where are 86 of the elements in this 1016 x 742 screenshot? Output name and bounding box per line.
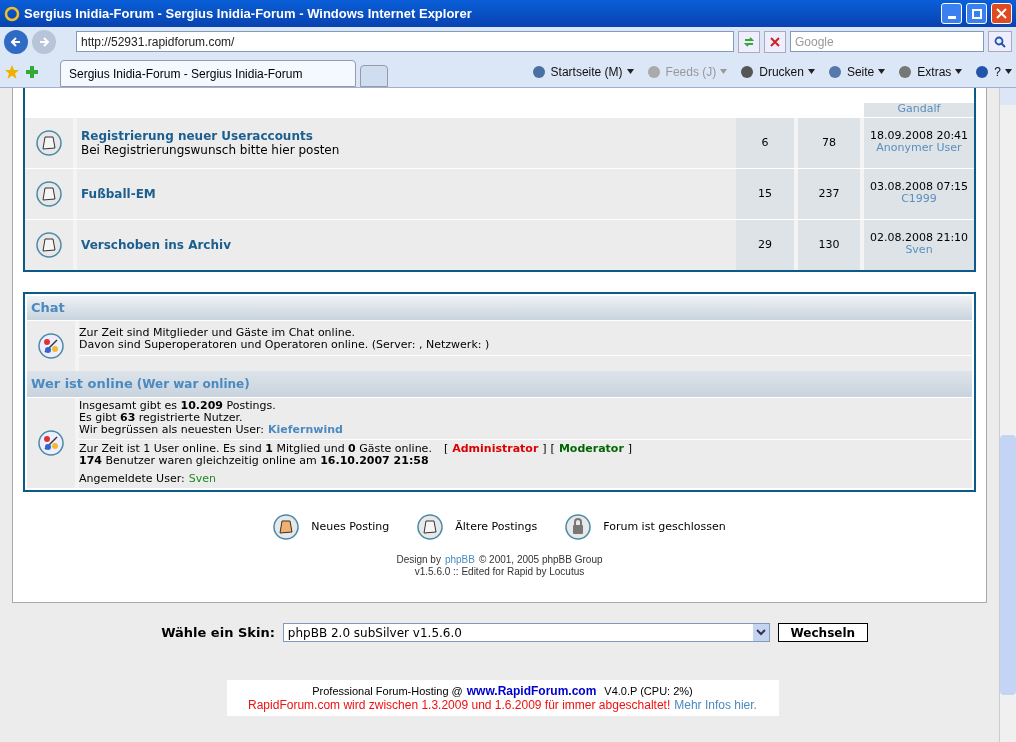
logged-users-label: Angemeldete User: <box>79 473 185 485</box>
folder-page-icon <box>273 514 300 540</box>
last-post-date: 03.08.2008 07:15 <box>869 181 969 193</box>
posts-count: 237 <box>818 188 840 200</box>
statistics-text: Insgesamt gibt es 10.209 Postings. <box>79 400 277 412</box>
topics-count: 6 <box>761 137 769 149</box>
close-button[interactable] <box>991 3 1012 24</box>
section-title: Wer ist online <box>31 378 133 390</box>
search-field[interactable]: Google <box>790 31 984 52</box>
search-icon <box>994 35 1006 48</box>
hosting-text: V4.0.P (CPU: 2%) <box>604 684 693 698</box>
folder-page-icon <box>36 181 62 207</box>
new-tab-button[interactable] <box>360 65 388 87</box>
newest-user-label: Wir begrüssen als neuesten User: <box>79 424 264 436</box>
dropdown-icon <box>752 624 769 641</box>
section-title: Chat <box>31 302 65 314</box>
toolbar-button[interactable]: Extras <box>897 62 963 81</box>
scrollbar[interactable] <box>999 88 1016 742</box>
bracket: ] <box>627 443 633 455</box>
group-legend-link[interactable]: Moderator <box>558 443 624 455</box>
topics-count: 15 <box>758 188 772 200</box>
lock-icon <box>565 514 592 540</box>
last-post-date: 18.09.2008 20:41 <box>869 130 969 142</box>
caret-icon <box>720 69 728 74</box>
rapidforum-link[interactable]: www.RapidForum.com <box>466 684 597 698</box>
users-icon <box>38 430 64 456</box>
search-button[interactable] <box>988 31 1012 52</box>
bracket: [ <box>550 443 555 455</box>
window-title: Sergius Inidia-Forum - Sergius Inidia-Forum - Windows Internet Explorer <box>24 4 473 23</box>
group-legend-link[interactable]: Administrator <box>452 443 539 455</box>
posts-count: 78 <box>822 137 836 149</box>
skin-label: Wähle ein Skin: <box>161 626 275 639</box>
legend-label: Neues Posting <box>311 521 390 533</box>
toolbar-button[interactable]: Drucken <box>739 62 815 81</box>
maximize-button[interactable] <box>966 3 987 24</box>
refresh-icon <box>743 35 755 48</box>
legend-label: Ältere Postings <box>455 521 538 533</box>
back-button[interactable] <box>4 29 28 54</box>
bracket: [ <box>443 443 449 455</box>
bracket: ] <box>542 443 547 455</box>
skin-select[interactable]: phpBB 2.0 subSilver v1.5.6.0 <box>282 623 770 642</box>
browser-icon <box>4 5 20 22</box>
stop-button[interactable] <box>764 30 786 53</box>
legend-label: Forum ist geschlossen <box>603 521 726 533</box>
forum-link[interactable]: Registrierung neuer Useraccounts <box>81 129 732 143</box>
add-favorite-icon[interactable] <box>24 63 40 80</box>
folder-page-icon <box>36 130 62 156</box>
phpbb-link[interactable]: phpBB <box>444 554 475 566</box>
back-arrow-icon <box>10 35 22 48</box>
credit-text: Design by <box>396 554 441 566</box>
hosting-text: Professional Forum-Hosting @ <box>312 684 463 698</box>
forum-description: Bei Registrierungswunsch bitte hier posten <box>81 143 341 157</box>
refresh-button[interactable] <box>738 30 760 53</box>
caret-icon <box>955 69 963 74</box>
last-post-date: 02.08.2008 21:10 <box>869 232 969 244</box>
more-info-link[interactable]: Mehr Infos hier. <box>674 698 757 712</box>
caret-icon <box>626 69 634 74</box>
user-link[interactable]: Sven <box>188 473 216 485</box>
close-icon <box>996 8 1007 19</box>
caret-icon <box>807 69 815 74</box>
toolbar-button[interactable]: ? <box>974 62 1012 81</box>
stop-icon <box>770 36 780 47</box>
address-field[interactable]: http://52931.rapidforum.com/ <box>76 31 734 52</box>
topics-count: 29 <box>758 239 772 251</box>
credit-text: © 2001, 2005 phpBB Group <box>478 554 603 566</box>
chat-info-text: Zur Zeit sind Mitglieder und Gäste im Chat online. <box>79 327 356 339</box>
toolbar-button[interactable]: Startseite (M) <box>530 62 634 81</box>
newest-user-link[interactable]: Kiefernwind <box>268 424 343 436</box>
users-icon <box>38 333 64 359</box>
shutdown-notice: RapidForum.com wird zwischen 1.3.2009 und 1.6.2009 für immer abgeschaltet! <box>248 698 671 712</box>
version-text: v1.5.6.0 :: Edited for Rapid by Locutus <box>414 566 585 578</box>
change-skin-button[interactable]: Wechseln <box>777 623 868 642</box>
posts-count: 130 <box>818 239 840 251</box>
record-text: 174 Benutzer waren gleichzeitig online am 16.10.2007 21:58 <box>79 455 430 467</box>
caret-icon <box>1005 69 1012 74</box>
forward-arrow-icon <box>38 35 50 48</box>
minimize-button[interactable] <box>941 3 962 24</box>
online-status-text: Zur Zeit ist 1 User online. Es sind 1 Mitglied und 0 Gäste online. <box>79 443 432 455</box>
caret-icon <box>878 69 886 74</box>
chat-info-text: Davon sind Superoperatoren und Operatoren online. (Server: , Netzwerk: ) <box>79 339 491 351</box>
folder-page-icon <box>36 232 62 258</box>
toolbar-button[interactable]: Seite <box>826 62 886 81</box>
folder-page-icon <box>417 514 444 540</box>
statistics-text: Es gibt 63 registrierte Nutzer. <box>79 412 244 424</box>
browser-tab[interactable]: Sergius Inidia-Forum - Sergius Inidia-Forum <box>60 60 356 87</box>
favorites-star-icon[interactable] <box>4 63 20 80</box>
